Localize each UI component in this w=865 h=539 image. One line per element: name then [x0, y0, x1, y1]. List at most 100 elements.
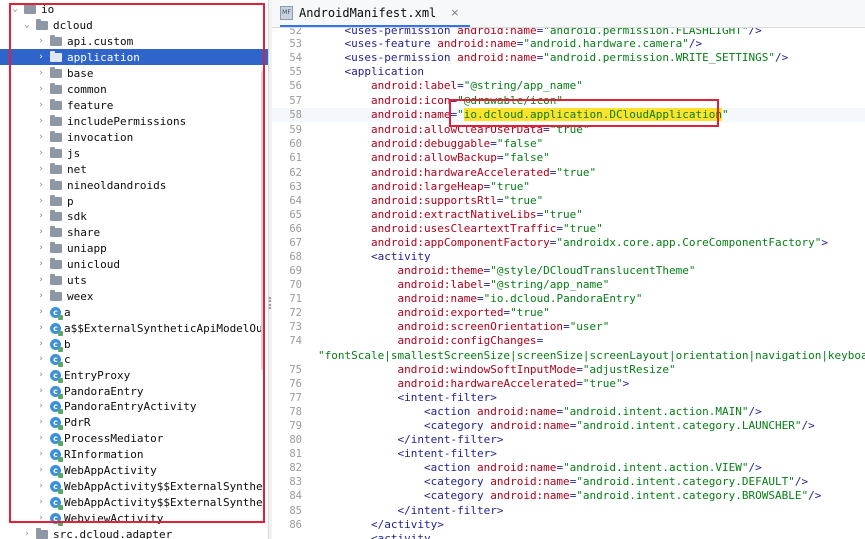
tree-item-package[interactable]: › src.dcloud.adapter: [0, 526, 268, 539]
chevron-right-icon[interactable]: ›: [36, 354, 46, 364]
chevron-right-icon[interactable]: ›: [36, 116, 46, 126]
code-line[interactable]: 86 </activity>: [272, 518, 865, 532]
chevron-right-icon[interactable]: ›: [36, 100, 46, 110]
code-line[interactable]: 67 android:appComponentFactory="androidx…: [272, 236, 865, 250]
code-line[interactable]: 85 </intent-filter>: [272, 504, 865, 518]
code-line[interactable]: 72 android:exported="true": [272, 306, 865, 320]
code-line[interactable]: 61 android:allowBackup="false": [272, 151, 865, 165]
chevron-right-icon[interactable]: ›: [36, 275, 46, 285]
tree-item-package[interactable]: ⌄ dcloud: [0, 17, 268, 33]
code-line[interactable]: 55 <application: [272, 65, 865, 79]
chevron-right-icon[interactable]: ›: [36, 339, 46, 349]
tree-item-class[interactable]: › c ProcessMediator: [0, 430, 268, 446]
code-line[interactable]: <activity: [272, 532, 865, 539]
chevron-right-icon[interactable]: ›: [36, 401, 46, 411]
chevron-right-icon[interactable]: ›: [36, 164, 46, 174]
code-line[interactable]: 73 android:screenOrientation="user": [272, 320, 865, 334]
code-line[interactable]: 78 <action android:name="android.intent.…: [272, 405, 865, 419]
code-line[interactable]: 83 <category android:name="android.inten…: [272, 475, 865, 489]
chevron-right-icon[interactable]: ›: [36, 465, 46, 475]
code-line[interactable]: 65 android:extractNativeLibs="true": [272, 208, 865, 222]
chevron-right-icon[interactable]: ›: [36, 84, 46, 94]
tree-item-package[interactable]: › api.custom: [0, 33, 268, 49]
tree-item-package[interactable]: › includePermissions: [0, 113, 268, 129]
chevron-right-icon[interactable]: ›: [36, 132, 46, 142]
chevron-right-icon[interactable]: ›: [36, 370, 46, 380]
code-line[interactable]: 79 <category android:name="android.inten…: [272, 419, 865, 433]
code-line[interactable]: 76 android:hardwareAccelerated="true">: [272, 377, 865, 391]
chevron-right-icon[interactable]: ›: [36, 211, 46, 221]
tree-item-class[interactable]: › c WebviewActivity: [0, 510, 268, 526]
code-line[interactable]: 63 android:largeHeap="true": [272, 180, 865, 194]
code-line[interactable]: 70 android:label="@string/app_name": [272, 278, 865, 292]
tree-item-class[interactable]: › c PdrR: [0, 414, 268, 430]
chevron-right-icon[interactable]: ›: [36, 513, 46, 523]
code-line[interactable]: 62 android:hardwareAccelerated="true": [272, 166, 865, 180]
code-line[interactable]: 56 android:label="@string/app_name": [272, 79, 865, 93]
tree-item-class[interactable]: › c EntryProxy: [0, 367, 268, 383]
tree-item-package[interactable]: › share: [0, 224, 268, 240]
tree-item-package[interactable]: › common: [0, 81, 268, 97]
code-line[interactable]: 81 <intent-filter>: [272, 447, 865, 461]
close-tab-icon[interactable]: ×: [450, 6, 459, 19]
chevron-right-icon[interactable]: ›: [36, 417, 46, 427]
tree-item-package[interactable]: › invocation: [0, 129, 268, 145]
tree-item-package[interactable]: › base: [0, 65, 268, 81]
chevron-right-icon[interactable]: ›: [36, 180, 46, 190]
code-line[interactable]: 71 android:name="io.dcloud.PandoraEntry": [272, 292, 865, 306]
code-line[interactable]: "fontScale|smallestScreenSize|screenSize…: [272, 349, 865, 363]
code-line[interactable]: 84 <category android:name="android.inten…: [272, 489, 865, 503]
tree-item-class[interactable]: › c WebAppActivity$$ExternalSynthe: [0, 478, 268, 494]
code-line[interactable]: 68 <activity: [272, 250, 865, 264]
tree-item-class[interactable]: › c a$$ExternalSyntheticApiModelOu: [0, 320, 268, 336]
chevron-right-icon[interactable]: ›: [36, 291, 46, 301]
chevron-right-icon[interactable]: ›: [36, 36, 46, 46]
chevron-right-icon[interactable]: ›: [36, 148, 46, 158]
tree-item-class[interactable]: › c a: [0, 304, 268, 320]
code-line[interactable]: 77 <intent-filter>: [272, 391, 865, 405]
code-line[interactable]: 53 <uses-feature android:name="android.h…: [272, 37, 865, 51]
code-line[interactable]: 82 <action android:name="android.intent.…: [272, 461, 865, 475]
tree-item-package[interactable]: › uts: [0, 272, 268, 288]
tree-item-package[interactable]: › feature: [0, 97, 268, 113]
tree-item-package[interactable]: › weex: [0, 288, 268, 304]
tree-item-package[interactable]: › uniapp: [0, 240, 268, 256]
chevron-right-icon[interactable]: ›: [36, 52, 46, 62]
tree-item-class[interactable]: › c c: [0, 351, 268, 367]
tree-scrollbar[interactable]: [261, 70, 265, 370]
code-line[interactable]: 69 android:theme="@style/DCloudTransluce…: [272, 264, 865, 278]
chevron-down-icon[interactable]: ⌄: [10, 4, 20, 14]
tree-item-package[interactable]: ⌄ io: [0, 1, 268, 17]
chevron-right-icon[interactable]: ›: [36, 307, 46, 317]
chevron-right-icon[interactable]: ›: [36, 227, 46, 237]
chevron-right-icon[interactable]: ›: [36, 68, 46, 78]
chevron-right-icon[interactable]: ›: [36, 481, 46, 491]
tree-item-package[interactable]: › nineoldandroids: [0, 177, 268, 193]
chevron-right-icon[interactable]: ›: [36, 386, 46, 396]
chevron-right-icon[interactable]: ›: [36, 449, 46, 459]
code-line[interactable]: 54 <uses-permission android:name="androi…: [272, 51, 865, 65]
chevron-right-icon[interactable]: ›: [36, 497, 46, 507]
chevron-right-icon[interactable]: ›: [36, 259, 46, 269]
chevron-right-icon[interactable]: ›: [22, 529, 32, 539]
code-line[interactable]: 60 android:debuggable="false": [272, 137, 865, 151]
tree-item-class[interactable]: › c RInformation: [0, 446, 268, 462]
code-line[interactable]: 66 android:usesCleartextTraffic="true": [272, 222, 865, 236]
chevron-right-icon[interactable]: ›: [36, 433, 46, 443]
code-line[interactable]: 80 </intent-filter>: [272, 433, 865, 447]
tab-androidmanifest[interactable]: MF AndroidManifest.xml ×: [280, 0, 470, 27]
tree-item-package[interactable]: › unicloud: [0, 256, 268, 272]
tree-item-class[interactable]: › c WebAppActivity$$ExternalSynthe: [0, 494, 268, 510]
chevron-down-icon[interactable]: ⌄: [22, 20, 32, 30]
chevron-right-icon[interactable]: ›: [36, 243, 46, 253]
code-line[interactable]: 75 android:windowSoftInputMode="adjustRe…: [272, 363, 865, 377]
tree-item-class[interactable]: › c WebAppActivity: [0, 462, 268, 478]
tree-item-class[interactable]: › c b: [0, 336, 268, 352]
code-line[interactable]: 74 android:configChanges=: [272, 334, 865, 348]
tree-item-package[interactable]: › application: [0, 49, 268, 65]
tree-item-package[interactable]: › sdk: [0, 208, 268, 224]
tree-item-class[interactable]: › c PandoraEntryActivity: [0, 398, 268, 414]
tree-item-package[interactable]: › js: [0, 145, 268, 161]
code-line[interactable]: 64 android:supportsRtl="true": [272, 194, 865, 208]
tree-item-package[interactable]: › p: [0, 193, 268, 209]
